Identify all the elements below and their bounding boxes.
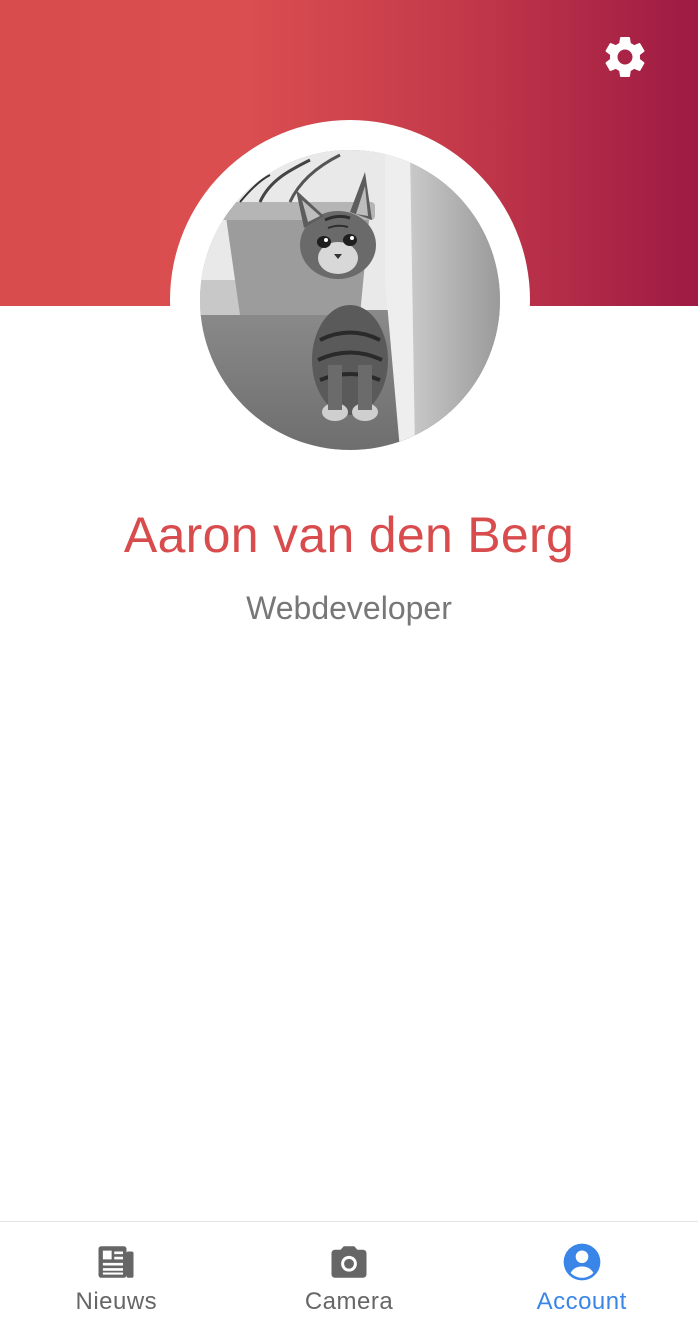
account-circle-icon bbox=[560, 1240, 604, 1284]
nav-item-account[interactable]: Account bbox=[465, 1222, 698, 1334]
account-screen: Aaron van den Berg Webdeveloper Nieuws C… bbox=[0, 0, 698, 1334]
profile-name: Aaron van den Berg bbox=[123, 507, 575, 563]
camera-icon bbox=[327, 1240, 371, 1284]
nav-label-nieuws: Nieuws bbox=[75, 1288, 158, 1315]
nav-label-account: Account bbox=[536, 1288, 627, 1315]
nav-item-camera[interactable]: Camera bbox=[233, 1222, 466, 1334]
gear-icon bbox=[605, 37, 645, 77]
nav-item-nieuws[interactable]: Nieuws bbox=[0, 1222, 233, 1334]
nav-label-camera: Camera bbox=[304, 1288, 394, 1315]
bottom-navigation: Nieuws Camera Account bbox=[0, 1221, 698, 1334]
profile-role: Webdeveloper bbox=[246, 590, 452, 626]
newspaper-icon bbox=[94, 1240, 138, 1284]
cat-photo bbox=[200, 150, 500, 450]
settings-button[interactable] bbox=[598, 30, 652, 84]
avatar[interactable] bbox=[200, 150, 500, 450]
